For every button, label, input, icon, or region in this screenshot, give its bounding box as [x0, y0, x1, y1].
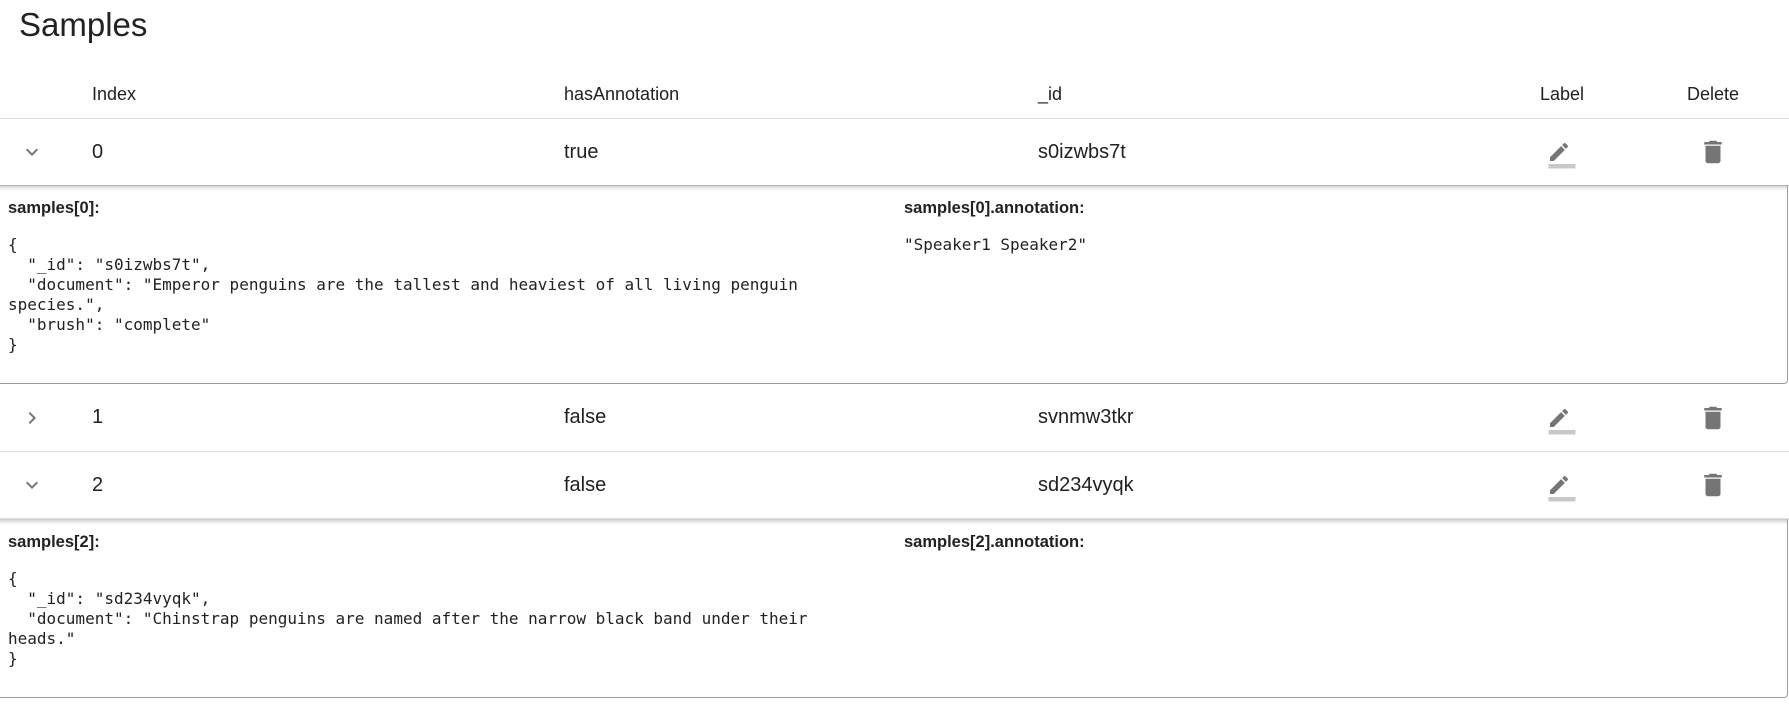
sample-detail-panel: samples[2]: samples[2].annotation: { "_i… [0, 519, 1788, 698]
column-header-id[interactable]: _id [1038, 70, 1062, 118]
trash-icon[interactable] [1698, 470, 1728, 500]
chevron-down-icon[interactable] [20, 140, 44, 164]
table-row[interactable]: 0 true s0izwbs7t [0, 119, 1789, 186]
column-header-delete: Delete [1686, 83, 1740, 104]
cell-id: sd234vyqk [1038, 473, 1134, 496]
cell-id: svnmw3tkr [1038, 406, 1134, 428]
cell-index: 1 [92, 406, 104, 428]
column-header-has-annotation[interactable]: hasAnnotation [564, 70, 679, 118]
sample-detail-panel: samples[0]: samples[0].annotation: { "_i… [0, 185, 1788, 384]
annotation-value: "Speaker1 Speaker2" [904, 235, 1088, 254]
column-header-label: Label [1539, 83, 1585, 104]
sample-json: { "_id": "s0izwbs7t", "document": "Emper… [8, 235, 798, 354]
trash-icon[interactable] [1698, 137, 1728, 167]
table-row[interactable]: 2 false sd234vyqk [0, 452, 1789, 519]
edit-label-icon[interactable] [1544, 134, 1580, 170]
cell-id: s0izwbs7t [1038, 140, 1126, 163]
cell-has-annotation: false [564, 406, 607, 428]
cell-has-annotation: false [564, 473, 607, 496]
chevron-down-icon[interactable] [20, 473, 44, 497]
cell-index: 2 [92, 473, 104, 496]
trash-icon[interactable] [1698, 403, 1728, 433]
column-header-index[interactable]: Index [92, 70, 136, 118]
cell-index: 0 [92, 140, 104, 163]
chevron-right-icon[interactable] [20, 406, 44, 430]
sample-label: samples[2]: [8, 533, 100, 551]
table-header: Index hasAnnotation _id Label Delete [0, 70, 1789, 119]
annotation-label: samples[2].annotation: [904, 533, 1085, 551]
edit-label-icon[interactable] [1544, 467, 1580, 503]
annotation-label: samples[0].annotation: [904, 199, 1085, 217]
page-title: Samples [19, 6, 148, 43]
cell-has-annotation: true [564, 140, 599, 163]
table-row[interactable]: 1 false svnmw3tkr [0, 384, 1789, 452]
sample-label: samples[0]: [8, 199, 100, 217]
sample-json: { "_id": "sd234vyqk", "document": "Chins… [8, 569, 808, 668]
edit-label-icon[interactable] [1544, 400, 1580, 436]
